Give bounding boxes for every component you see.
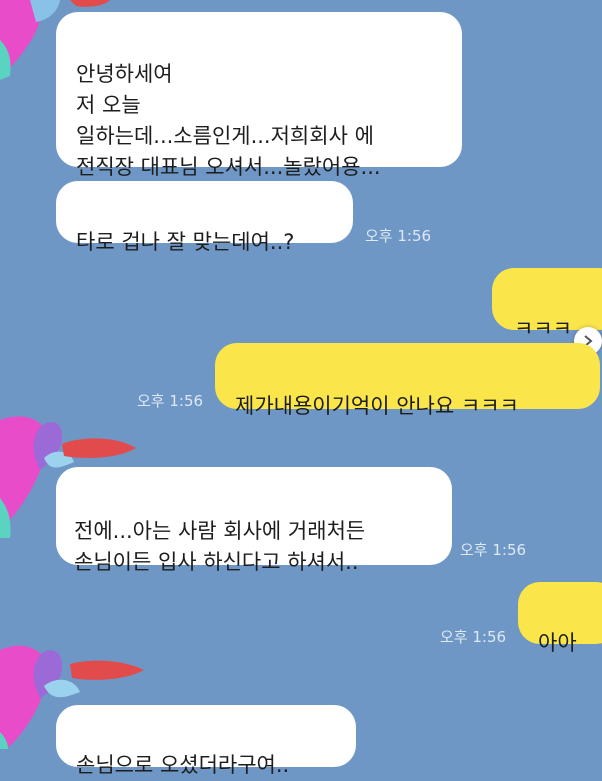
message-text: 손님으로 오셨더라구여.. — [76, 753, 290, 777]
message-text: ㅋㅋㅋ — [514, 317, 572, 341]
message-text: 안녕하세여 저 오늘 일하는데...소름인게...저희회사 에 전직장 대표님 … — [76, 62, 381, 179]
message-timestamp: 오후 1:56 — [365, 227, 432, 245]
message-timestamp: 오후 1:56 — [137, 392, 204, 410]
message-timestamp: 오후 1:56 — [460, 541, 527, 559]
message-timestamp: 오후 1:56 — [440, 628, 507, 646]
message-text: 제가내용이기억이 안나요 ㅋㅋㅋ — [235, 394, 519, 418]
message-bubble-outgoing[interactable]: ㅋㅋㅋ — [492, 268, 602, 341]
message-text: 타로 겁나 잘 맞는데여..? — [76, 230, 295, 254]
message-bubble-outgoing[interactable]: 아아 — [518, 582, 602, 655]
message-text: 아아 — [538, 631, 577, 655]
message-bubble-incoming[interactable]: 타로 겁나 잘 맞는데여..? — [56, 181, 353, 254]
message-bubble-incoming[interactable]: 손님으로 오셨더라구여.. — [56, 705, 356, 777]
message-bubble-incoming[interactable]: 안녕하세여 저 오늘 일하는데...소름인게...저희회사 에 전직장 대표님 … — [56, 12, 462, 179]
message-text: 전에...아는 사람 회사에 거래처든 손님이든 입사 하신다고 하셔서.. — [74, 519, 366, 574]
message-bubble-incoming[interactable]: 전에...아는 사람 회사에 거래처든 손님이든 입사 하신다고 하셔서.. — [56, 467, 452, 574]
message-bubble-outgoing[interactable]: 제가내용이기억이 안나요 ㅋㅋㅋ — [215, 343, 600, 418]
